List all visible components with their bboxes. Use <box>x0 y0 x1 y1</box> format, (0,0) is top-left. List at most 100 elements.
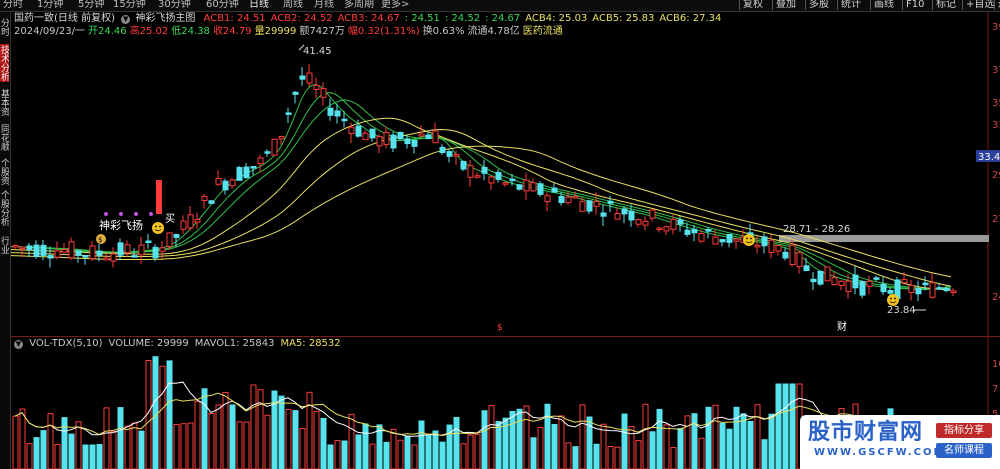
volume-bar <box>390 428 397 469</box>
candle-body <box>187 214 194 229</box>
candle-body <box>551 187 558 193</box>
candle-body <box>460 160 467 170</box>
volume-bar <box>320 417 327 469</box>
left-tab-bar: 分时技术分析基本资料同花顺个股资讯个股分析行业 <box>0 12 11 469</box>
volume-bar <box>243 421 250 469</box>
candle-body <box>47 255 54 259</box>
volume-bar <box>33 437 40 469</box>
candle-body <box>635 219 642 225</box>
candle-body <box>446 151 453 157</box>
candle-body <box>159 247 166 252</box>
moving-average-line <box>11 128 952 287</box>
volume-bar <box>530 437 537 469</box>
left-tab[interactable]: 同花顺 <box>0 122 9 152</box>
candle-body <box>817 270 824 285</box>
volume-bar <box>159 365 166 469</box>
watermark-tag-course: 名师课程 <box>936 443 992 458</box>
candle-body <box>873 277 880 280</box>
volume-bar <box>488 405 495 469</box>
volume-bar <box>677 428 684 469</box>
volume-bar <box>712 404 719 469</box>
left-tab[interactable]: 个股分析 <box>0 190 9 226</box>
candle-body <box>859 281 866 296</box>
financial-report-marker: 财 <box>837 320 847 333</box>
candle-body <box>733 238 740 242</box>
smiley-face-icon <box>743 234 755 246</box>
left-tab[interactable]: 分时 <box>0 14 9 40</box>
candle-body <box>782 251 789 259</box>
candle-body <box>852 274 859 289</box>
left-tab[interactable]: 基本资料 <box>0 86 9 118</box>
candle-body <box>824 266 831 282</box>
candle-body <box>866 280 873 287</box>
candlestick-chart[interactable]: 39 37 35 31 29 27 24 33.4 41.45 神彩飞扬 买 28.71 - 28.2… <box>11 0 1000 336</box>
volume-bar <box>565 442 572 469</box>
candle-body <box>607 200 614 204</box>
smiley-face-icon <box>887 294 899 306</box>
volume-bar <box>600 423 607 469</box>
volume-bar <box>656 408 663 469</box>
candle-body <box>565 196 572 204</box>
volume-bar <box>334 439 341 469</box>
volume-bar <box>383 441 390 469</box>
volume-bar <box>579 404 586 469</box>
volume-bar <box>341 440 348 469</box>
candle-body <box>502 182 509 185</box>
candle-body <box>516 184 523 190</box>
candle-body <box>915 288 922 295</box>
volume-bar <box>747 420 754 469</box>
volume-bar <box>201 388 208 469</box>
volume-bar <box>152 356 159 469</box>
watermark-title: 股市财富网 <box>808 419 924 445</box>
volume-bar <box>173 423 180 469</box>
volume-bar <box>131 422 138 469</box>
left-tab[interactable]: 个股资讯 <box>0 156 9 186</box>
candle-body <box>593 200 600 207</box>
volume-bar <box>439 441 446 469</box>
smiley-face-icon <box>152 222 164 234</box>
moving-average-line <box>11 84 952 290</box>
candle-body <box>761 236 768 247</box>
volume-bar <box>593 443 600 469</box>
candle-body <box>950 290 957 293</box>
volume-bar <box>180 423 187 469</box>
candle-body <box>684 229 691 235</box>
signal-dot <box>119 212 123 216</box>
candle-body <box>544 195 551 203</box>
candle-body <box>369 128 376 139</box>
left-tab[interactable]: 技术分析 <box>0 44 9 82</box>
volume-bar <box>61 417 68 469</box>
volume-bar <box>68 433 75 469</box>
volume-bar <box>229 404 236 469</box>
candle-body <box>691 228 698 234</box>
volume-bar <box>467 434 474 469</box>
left-tab[interactable]: 行业 <box>0 230 9 260</box>
candle-body <box>523 179 530 192</box>
volume-bar <box>376 424 383 469</box>
candle-body <box>677 219 684 225</box>
candle-body <box>82 255 89 258</box>
volume-bar <box>117 407 124 469</box>
candle-body <box>621 208 628 215</box>
candle-body <box>936 287 943 290</box>
candle-body <box>180 220 187 230</box>
candle-body <box>796 252 803 268</box>
event-marker: $ <box>497 323 503 333</box>
candle-body <box>194 218 201 223</box>
candle-body <box>229 179 236 187</box>
volume-bar <box>404 435 411 469</box>
candle-body <box>68 241 75 259</box>
candle-body <box>880 283 887 293</box>
signal-dot <box>149 212 153 216</box>
candle-body <box>558 196 565 204</box>
candle-body <box>908 284 915 293</box>
candle-body <box>383 132 390 145</box>
candle-body <box>509 178 516 182</box>
volume-bar <box>278 395 285 469</box>
candle-body <box>299 75 306 80</box>
candle-body <box>649 209 656 219</box>
volume-bar <box>19 408 26 469</box>
volume-bar <box>187 422 194 469</box>
candle-body <box>810 278 817 283</box>
candle-body <box>705 228 712 232</box>
